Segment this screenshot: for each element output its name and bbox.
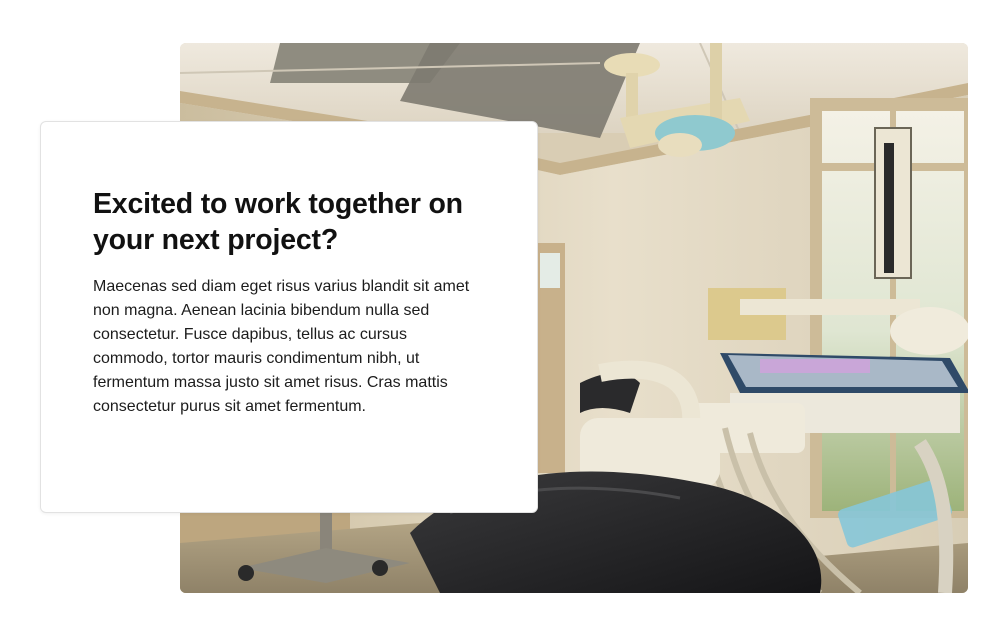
- hero-section: Excited to work together on your next pr…: [0, 0, 1008, 634]
- card-paragraph: Maecenas sed diam eget risus varius blan…: [93, 278, 470, 415]
- cta-card: Excited to work together on your next pr…: [40, 121, 538, 513]
- card-heading: Excited to work together on your next pr…: [93, 188, 463, 256]
